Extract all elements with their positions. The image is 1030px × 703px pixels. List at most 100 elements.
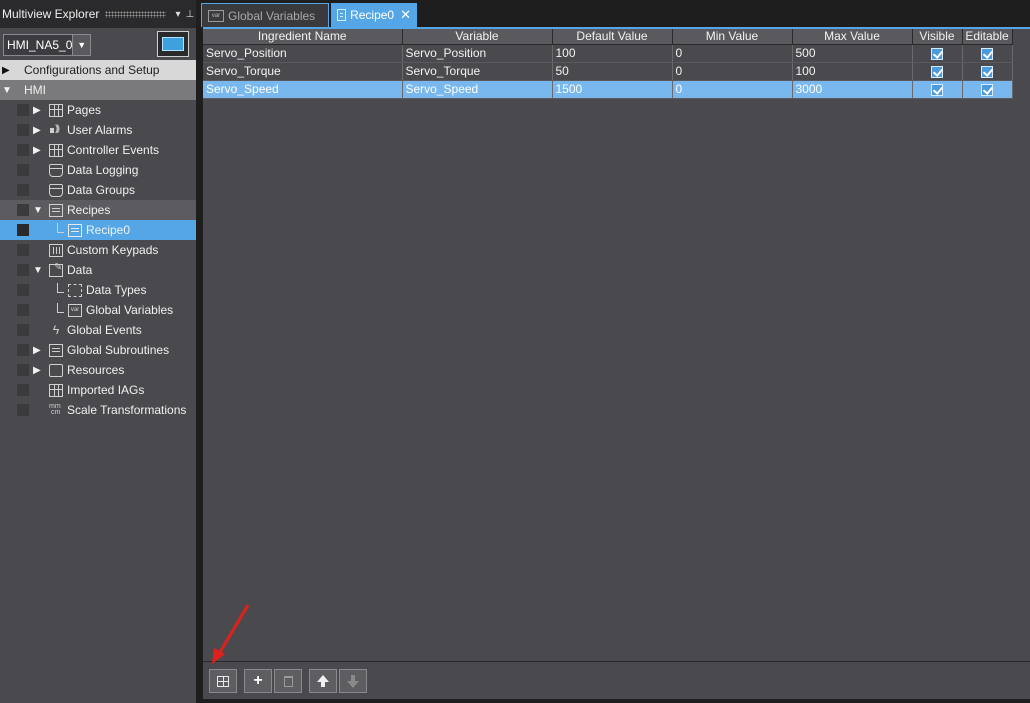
tree-item-data[interactable]: ▼ Data [0, 260, 196, 280]
document-tab-bar: var Global Variables Recipe0 ✕ [201, 3, 1030, 27]
cell-min-value[interactable]: 0 [672, 80, 793, 99]
cell-min-value[interactable]: 0 [672, 44, 793, 63]
recipe-grid-area: Ingredient Name Variable Default Value M… [203, 27, 1030, 661]
tree-checkbox[interactable] [17, 284, 29, 296]
cell-max-value[interactable]: 3000 [792, 80, 913, 99]
cell-ingredient-name[interactable]: Servo_Speed [203, 80, 403, 99]
tree-checkbox[interactable] [17, 244, 29, 256]
tree-item-pages[interactable]: ▶ Pages [0, 100, 196, 120]
tab-recipe0[interactable]: Recipe0 ✕ [331, 3, 417, 27]
column-header-default-value[interactable]: Default Value [552, 29, 673, 45]
tree-checkbox[interactable] [17, 144, 29, 156]
tree-checkbox[interactable] [17, 124, 29, 136]
ingredient-settings-button[interactable] [209, 669, 237, 693]
collapse-arrow-icon[interactable]: ▼ [33, 265, 45, 276]
tree-checkbox[interactable] [17, 264, 29, 276]
arrow-down-icon [347, 674, 359, 688]
cell-min-value[interactable]: 0 [672, 62, 793, 81]
tree-item-label: Custom Keypads [67, 243, 159, 257]
section-hmi[interactable]: ▼ HMI [0, 80, 196, 100]
tree-item-label: Resources [67, 363, 125, 377]
expand-arrow-icon[interactable]: ▶ [33, 365, 45, 376]
delete-ingredient-button[interactable] [274, 669, 302, 693]
tree-item-controller-events[interactable]: ▶ Controller Events [0, 140, 196, 160]
arrow-up-icon [317, 674, 329, 687]
column-header-visible[interactable]: Visible [912, 29, 963, 45]
table-row-selected[interactable]: Servo_Speed Servo_Speed 1500 0 3000 [203, 80, 1013, 99]
iag-icon [49, 383, 63, 397]
tree-checkbox[interactable] [17, 204, 29, 216]
device-select[interactable]: HMI_NA5_0 ▼ [3, 34, 91, 56]
tree-checkbox[interactable] [17, 384, 29, 396]
tree-item-resources[interactable]: ▶ Resources [0, 360, 196, 380]
close-icon[interactable]: ✕ [400, 7, 411, 23]
tree-item-label: Scale Transformations [67, 403, 187, 417]
tree-item-recipe0[interactable]: Recipe0 [0, 220, 196, 240]
cell-variable[interactable]: Servo_Speed [402, 80, 553, 99]
column-header-variable[interactable]: Variable [402, 29, 553, 45]
trash-icon [283, 675, 293, 687]
collapse-arrow-icon[interactable]: ▼ [33, 205, 45, 216]
tree-checkbox[interactable] [17, 324, 29, 336]
expand-arrow-icon[interactable]: ▶ [33, 145, 45, 156]
recipe-icon [68, 223, 82, 237]
visible-checkbox[interactable] [931, 65, 943, 78]
column-header-editable[interactable]: Editable [962, 29, 1013, 45]
column-header-max-value[interactable]: Max Value [792, 29, 913, 45]
tree-item-custom-keypads[interactable]: Custom Keypads [0, 240, 196, 260]
tree-item-global-subroutines[interactable]: ▶ Global Subroutines [0, 340, 196, 360]
cell-default-value[interactable]: 100 [552, 44, 673, 63]
cell-variable[interactable]: Servo_Position [402, 44, 553, 63]
collapse-arrow-icon[interactable]: ▼ [2, 85, 16, 96]
tree-item-user-alarms[interactable]: ▶ User Alarms [0, 120, 196, 140]
column-header-ingredient-name[interactable]: Ingredient Name [203, 29, 403, 45]
cell-variable[interactable]: Servo_Torque [402, 62, 553, 81]
expand-arrow-icon[interactable]: ▶ [33, 105, 45, 116]
cell-max-value[interactable]: 500 [792, 44, 913, 63]
bolt-icon: ϟ [52, 322, 60, 337]
editable-checkbox[interactable] [981, 65, 993, 78]
move-down-button[interactable] [339, 669, 367, 693]
expand-arrow-icon[interactable]: ▶ [2, 65, 16, 76]
tree-item-data-logging[interactable]: Data Logging [0, 160, 196, 180]
chevron-down-icon[interactable]: ▼ [72, 35, 90, 55]
visible-checkbox[interactable] [931, 83, 943, 96]
tree-branch-line [57, 283, 64, 293]
tree-item-global-variables[interactable]: var Global Variables [0, 300, 196, 320]
tree-checkbox[interactable] [17, 304, 29, 316]
tab-global-variables[interactable]: var Global Variables [201, 3, 329, 27]
tree-checkbox[interactable] [17, 404, 29, 416]
move-up-button[interactable] [309, 669, 337, 693]
tree-checkbox[interactable] [17, 344, 29, 356]
tree-checkbox[interactable] [17, 164, 29, 176]
editable-checkbox[interactable] [981, 47, 993, 60]
add-ingredient-button[interactable]: + [244, 669, 272, 693]
tree-checkbox[interactable] [17, 184, 29, 196]
tree-checkbox[interactable] [17, 104, 29, 116]
device-preview-icon[interactable] [157, 31, 189, 57]
tree-item-scale-transformations[interactable]: mm cm Scale Transformations [0, 400, 196, 420]
column-header-min-value[interactable]: Min Value [672, 29, 793, 45]
cell-ingredient-name[interactable]: Servo_Torque [203, 62, 403, 81]
tree-item-recipes[interactable]: ▼ Recipes [0, 200, 196, 220]
section-configurations[interactable]: ▶ Configurations and Setup [0, 60, 196, 80]
visible-checkbox[interactable] [931, 47, 943, 60]
drag-grip[interactable] [105, 10, 166, 18]
cell-default-value[interactable]: 50 [552, 62, 673, 81]
tree-checkbox[interactable] [17, 364, 29, 376]
expand-arrow-icon[interactable]: ▶ [33, 345, 45, 356]
tree-item-data-groups[interactable]: Data Groups [0, 180, 196, 200]
cell-default-value[interactable]: 1500 [552, 80, 673, 99]
cell-ingredient-name[interactable]: Servo_Position [203, 44, 403, 63]
table-row[interactable]: Servo_Torque Servo_Torque 50 0 100 [203, 62, 1013, 81]
dropdown-icon[interactable]: ▾ [172, 9, 184, 20]
tree-item-data-types[interactable]: Data Types [0, 280, 196, 300]
editable-checkbox[interactable] [981, 83, 993, 96]
table-row[interactable]: Servo_Position Servo_Position 100 0 500 [203, 44, 1013, 63]
cell-max-value[interactable]: 100 [792, 62, 913, 81]
expand-arrow-icon[interactable]: ▶ [33, 125, 45, 136]
pin-icon[interactable]: ⊥ [184, 9, 196, 20]
tree-checkbox[interactable] [17, 224, 29, 236]
tree-item-global-events[interactable]: ϟ Global Events [0, 320, 196, 340]
tree-item-imported-iags[interactable]: Imported IAGs [0, 380, 196, 400]
